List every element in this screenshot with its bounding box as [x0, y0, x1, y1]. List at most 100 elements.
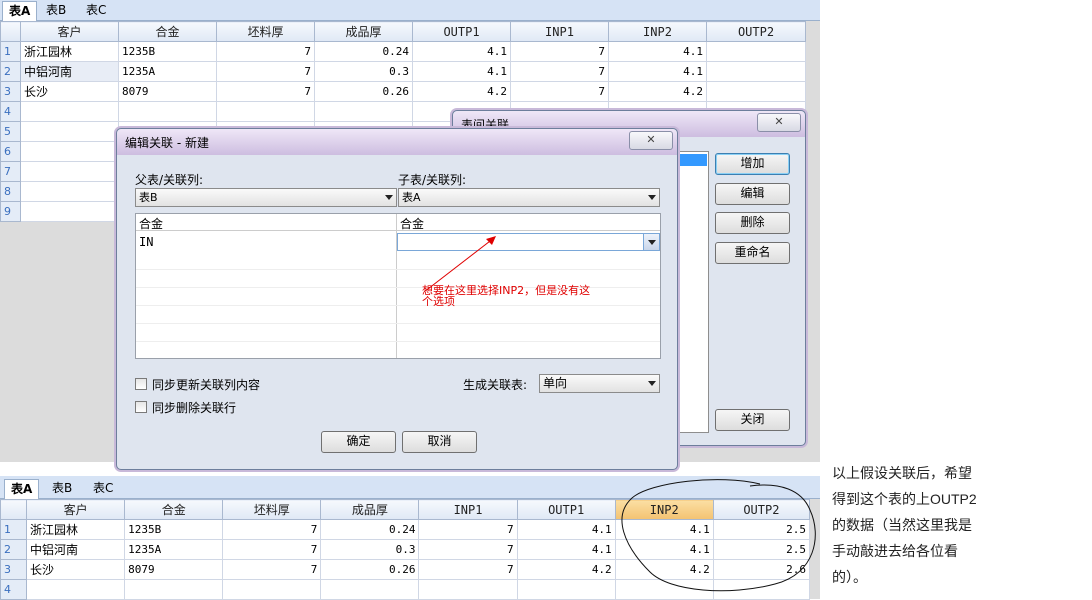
row-number[interactable]: 5 — [0, 121, 21, 142]
column-header[interactable]: 坯料厚 — [216, 21, 315, 42]
column-header[interactable]: 合金 — [118, 21, 217, 42]
table-cell[interactable]: 0.3 — [320, 539, 420, 560]
table-cell[interactable] — [20, 161, 119, 182]
close-icon[interactable]: ✕ — [757, 113, 801, 132]
table-cell[interactable] — [118, 101, 217, 122]
table-cell[interactable]: 0.26 — [314, 81, 413, 102]
row-number[interactable]: 1 — [0, 519, 28, 540]
row-number[interactable]: 7 — [0, 161, 21, 182]
table-cell[interactable] — [706, 81, 806, 102]
child-table-select[interactable]: 表A — [398, 188, 660, 207]
table-cell[interactable]: 4.1 — [516, 519, 616, 540]
row-number[interactable]: 8 — [0, 181, 21, 202]
table-cell[interactable]: 1235A — [118, 61, 217, 82]
table-cell[interactable]: 长沙 — [20, 81, 119, 102]
table-cell[interactable]: 7 — [222, 519, 322, 540]
tab-a[interactable]: 表A — [2, 1, 38, 21]
column-header[interactable]: 成品厚 — [320, 499, 420, 520]
delete-button[interactable]: 删除 — [715, 212, 790, 234]
table-cell[interactable]: 7 — [418, 539, 518, 560]
mapping-parent-cell[interactable]: IN — [139, 235, 153, 249]
column-header[interactable]: OUTP2 — [706, 21, 806, 42]
table-cell[interactable]: 1235A — [124, 539, 224, 560]
table-cell[interactable]: 4.2 — [608, 81, 707, 102]
table-cell[interactable] — [418, 579, 518, 600]
column-header[interactable]: OUTP1 — [412, 21, 511, 42]
row-number[interactable]: 4 — [0, 579, 28, 600]
tab-a[interactable]: 表A — [4, 479, 40, 499]
table-cell[interactable]: 中铝河南 — [26, 539, 126, 560]
column-header[interactable]: INP1 — [510, 21, 609, 42]
rename-button[interactable]: 重命名 — [715, 242, 790, 264]
table-cell[interactable]: 长沙 — [26, 559, 126, 580]
row-number[interactable]: 4 — [0, 101, 21, 122]
table-cell[interactable]: 7 — [222, 559, 322, 580]
table-cell[interactable]: 4.2 — [412, 81, 511, 102]
table-cell[interactable]: 7 — [418, 559, 518, 580]
tab-c[interactable]: 表C — [87, 479, 119, 498]
table-cell[interactable]: 0.24 — [320, 519, 420, 540]
row-number[interactable]: 6 — [0, 141, 21, 162]
table-cell[interactable] — [222, 579, 322, 600]
column-header[interactable]: 合金 — [124, 499, 224, 520]
add-button[interactable]: 增加 — [715, 153, 790, 175]
table-cell[interactable]: 7 — [510, 61, 609, 82]
table-cell[interactable] — [124, 579, 224, 600]
table-cell[interactable]: 0.24 — [314, 41, 413, 62]
table-cell[interactable]: 7 — [216, 81, 315, 102]
table-cell[interactable]: 1235B — [118, 41, 217, 62]
column-header[interactable]: OUTP1 — [516, 499, 616, 520]
table-cell[interactable]: 7 — [222, 539, 322, 560]
table-cell[interactable]: 7 — [216, 61, 315, 82]
table-cell[interactable]: 1235B — [124, 519, 224, 540]
table-cell[interactable] — [216, 101, 315, 122]
sync-delete-checkbox[interactable] — [135, 401, 147, 413]
table-cell[interactable]: 4.1 — [516, 539, 616, 560]
row-number[interactable]: 2 — [0, 61, 21, 82]
parent-table-select[interactable]: 表B — [135, 188, 397, 207]
row-number[interactable]: 2 — [0, 539, 28, 560]
table-cell[interactable] — [20, 121, 119, 142]
column-header[interactable]: INP1 — [418, 499, 518, 520]
table-cell[interactable] — [314, 101, 413, 122]
tab-b[interactable]: 表B — [46, 479, 78, 498]
table-cell[interactable]: 4.1 — [608, 61, 707, 82]
table-cell[interactable]: 4.1 — [412, 61, 511, 82]
column-header[interactable]: INP2 — [608, 21, 707, 42]
table-cell[interactable]: 7 — [510, 81, 609, 102]
column-header[interactable]: 成品厚 — [314, 21, 413, 42]
sync-update-checkbox[interactable] — [135, 378, 147, 390]
table-cell[interactable]: 4.2 — [516, 559, 616, 580]
table-cell[interactable]: 0.3 — [314, 61, 413, 82]
table-cell[interactable]: 8079 — [118, 81, 217, 102]
tab-c[interactable]: 表C — [80, 1, 112, 20]
row-number[interactable]: 1 — [0, 41, 21, 62]
table-cell[interactable] — [20, 141, 119, 162]
table-cell[interactable]: 浙江园林 — [26, 519, 126, 540]
column-header[interactable]: 坯料厚 — [222, 499, 322, 520]
close-button[interactable]: 关闭 — [715, 409, 790, 431]
tab-b[interactable]: 表B — [40, 1, 72, 20]
table-cell[interactable]: 7 — [510, 41, 609, 62]
edit-button[interactable]: 编辑 — [715, 183, 790, 205]
table-cell[interactable] — [706, 61, 806, 82]
generate-select[interactable]: 单向 — [539, 374, 660, 393]
table-cell[interactable] — [706, 41, 806, 62]
table-cell[interactable] — [320, 579, 420, 600]
row-number[interactable]: 3 — [0, 81, 21, 102]
table-cell[interactable]: 浙江园林 — [20, 41, 119, 62]
table-cell[interactable]: 4.1 — [608, 41, 707, 62]
table-cell[interactable] — [26, 579, 126, 600]
mapping-dropdown-button[interactable] — [643, 234, 659, 250]
table-cell[interactable]: 7 — [216, 41, 315, 62]
ok-button[interactable]: 确定 — [321, 431, 396, 453]
table-cell[interactable]: 7 — [418, 519, 518, 540]
table-cell[interactable]: 4.1 — [412, 41, 511, 62]
column-header[interactable]: 客户 — [20, 21, 119, 42]
table-cell[interactable] — [20, 101, 119, 122]
table-cell[interactable] — [516, 579, 616, 600]
table-cell[interactable] — [20, 201, 119, 222]
table-cell[interactable]: 中铝河南 — [20, 61, 119, 82]
table-cell[interactable] — [20, 181, 119, 202]
cancel-button[interactable]: 取消 — [402, 431, 477, 453]
